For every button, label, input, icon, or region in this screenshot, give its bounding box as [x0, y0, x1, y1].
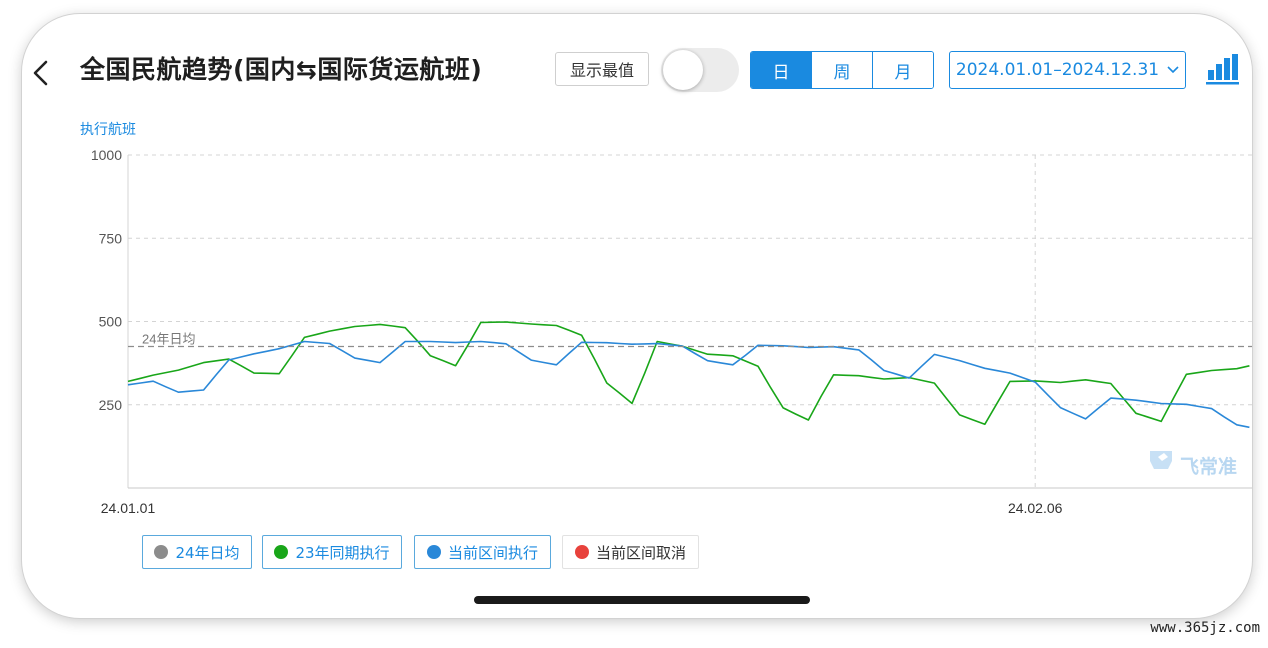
legend-daily-average[interactable]: 24年日均 — [142, 535, 252, 569]
brand-watermark: 飞常准 — [1180, 455, 1237, 478]
legend-label: 当前区间取消 — [595, 543, 686, 562]
legend-2023-executed[interactable]: 23年同期执行 — [262, 535, 402, 569]
legend-dot — [154, 545, 169, 559]
phone-frame: 全国民航趋势(国内⇆国际货运航班) 显示最值 日 周 月 2024.01.01–… — [22, 14, 1252, 618]
x-tick-label: 24.01.01 — [101, 500, 156, 516]
series-line-1 — [127, 321, 1250, 426]
legend-dot — [426, 545, 441, 559]
y-tick-label: 500 — [99, 314, 123, 330]
legend-label: 24年日均 — [175, 543, 240, 562]
watermark-text: www.365jz.com — [1150, 620, 1260, 636]
x-tick-label: 24.02.06 — [1008, 500, 1063, 516]
legend-current-cancelled[interactable]: 当前区间取消 — [562, 535, 699, 569]
series-line-2 — [127, 340, 1250, 429]
legend-dot — [274, 545, 289, 559]
home-indicator[interactable] — [474, 596, 810, 604]
average-reference-label: 24年日均 — [142, 331, 195, 346]
y-tick-label: 750 — [99, 230, 123, 246]
y-axis-label: 执行航班 — [80, 121, 136, 137]
legend-label: 当前区间执行 — [447, 543, 538, 562]
legend-dot — [574, 545, 589, 559]
y-tick-label: 1000 — [91, 147, 122, 163]
legend-label: 23年同期执行 — [295, 543, 390, 562]
y-tick-label: 250 — [99, 397, 123, 413]
trend-chart: 执行航班100075050025024.01.0124.02.0624.03.1… — [80, 121, 1252, 516]
legend-current-executed[interactable]: 当前区间执行 — [414, 535, 551, 569]
